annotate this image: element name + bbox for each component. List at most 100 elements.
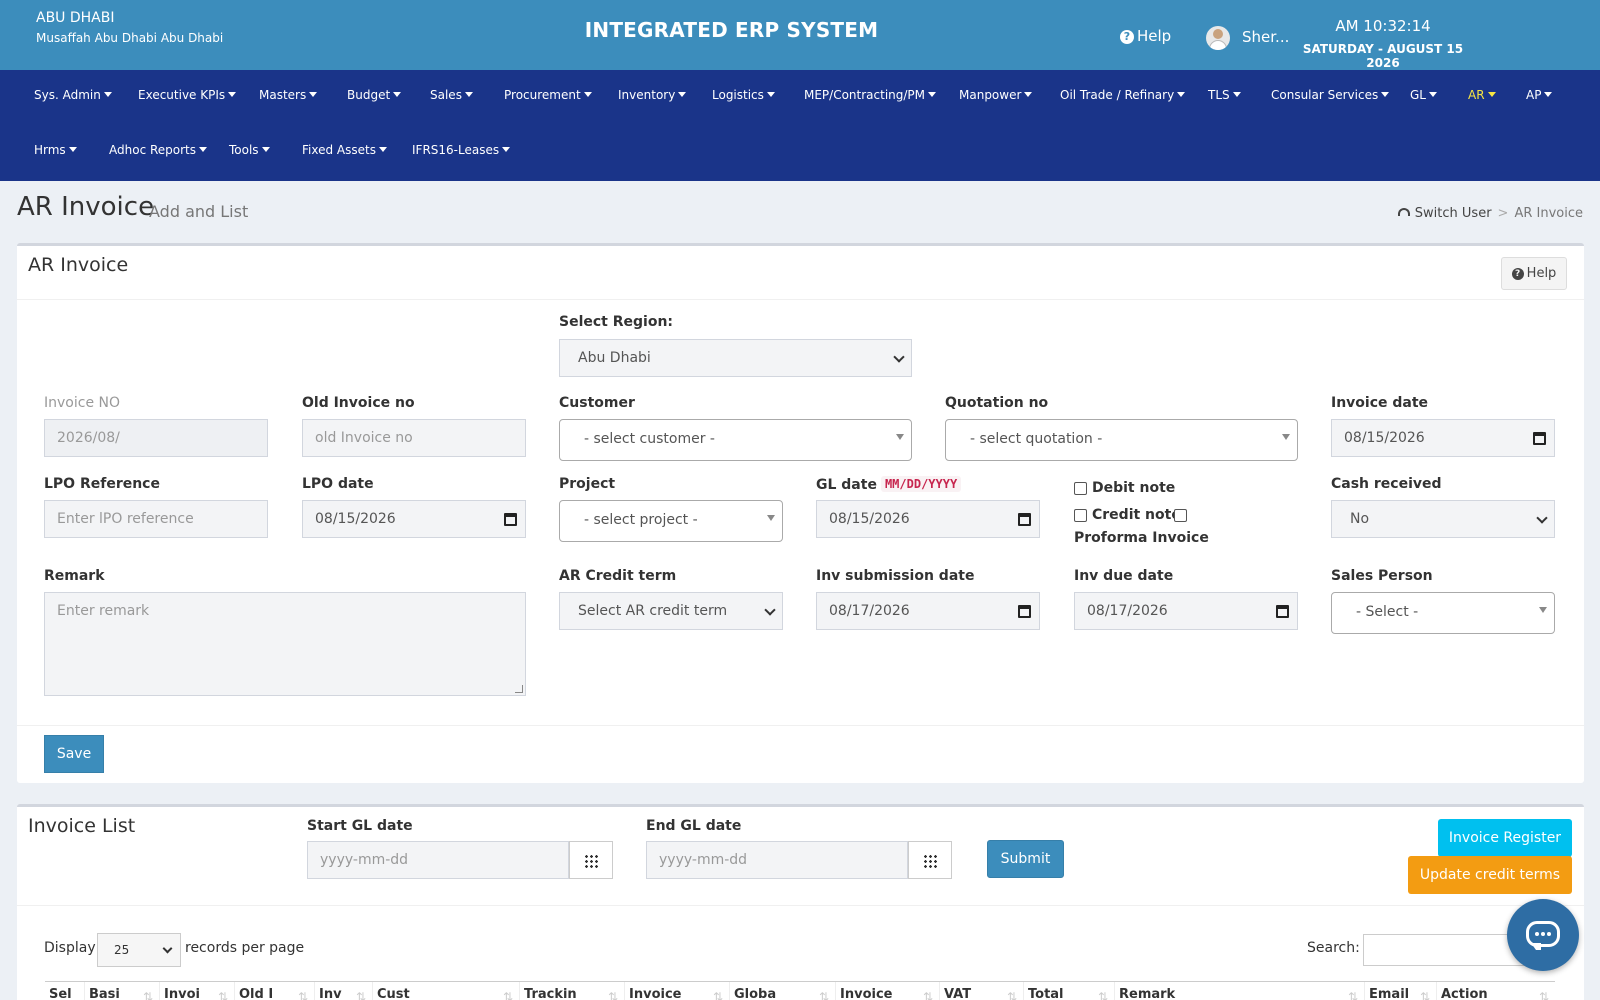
nav-ar[interactable]: AR [1468, 88, 1496, 102]
nav-oil-trade-refinary[interactable]: Oil Trade / Refinary [1060, 88, 1186, 102]
inv-due-date-value: 08/17/2026 [1087, 603, 1168, 619]
caret-down-icon [1232, 92, 1241, 97]
table-column-header[interactable]: Inv ⇅ [315, 982, 373, 1000]
ar-invoice-form-box: AR Invoice ? Help Select Region: Abu Dhab… [17, 243, 1584, 783]
end-gl-date-label: End GL date [646, 818, 742, 834]
caret-down-icon [1282, 434, 1290, 440]
nav-executive-kpis[interactable]: Executive KPIs [138, 88, 237, 102]
lpo-reference-input[interactable]: Enter lPO reference [44, 500, 268, 538]
calendar-icon[interactable] [1276, 605, 1289, 618]
nav-masters[interactable]: Masters [259, 88, 318, 102]
sort-icon: ⇅ [1006, 990, 1017, 1000]
lpo-date-input[interactable]: 08/15/2026 [302, 500, 526, 538]
nav-inventory[interactable]: Inventory [618, 88, 687, 102]
debit-note-checkbox[interactable] [1074, 482, 1087, 495]
ar-credit-term-select[interactable]: Select AR credit term [559, 592, 783, 630]
nav-manpower[interactable]: Manpower [959, 88, 1033, 102]
quotation-select[interactable]: - select quotation - [945, 419, 1298, 461]
nav-label: Masters [259, 88, 307, 102]
old-invoice-no-input[interactable]: old Invoice no [302, 419, 526, 457]
header-help-link[interactable]: ? Help [1120, 27, 1171, 45]
invoice-date-input[interactable]: 08/15/2026 [1331, 419, 1555, 457]
update-credit-terms-button[interactable]: Update credit terms [1408, 856, 1572, 894]
column-label: Trackin [524, 987, 577, 1000]
resize-grip-icon[interactable] [515, 685, 523, 693]
table-column-header[interactable]: Invoi ⇅ [160, 982, 235, 1000]
nav-ap[interactable]: AP [1526, 88, 1553, 102]
table-column-header[interactable]: Basi ⇅ [85, 982, 160, 1000]
old-invoice-no-label: Old Invoice no [302, 395, 415, 411]
nav-logistics[interactable]: Logistics [712, 88, 775, 102]
calendar-icon[interactable] [504, 513, 517, 526]
user-avatar[interactable] [1206, 26, 1230, 50]
nav-label: TLS [1208, 88, 1230, 102]
project-select[interactable]: - select project - [559, 500, 783, 542]
calendar-icon[interactable] [1018, 605, 1031, 618]
table-column-header[interactable]: Invoice ⇅ [836, 982, 940, 1000]
user-name[interactable]: Sher... [1242, 28, 1289, 46]
column-label: Inv [319, 987, 342, 1000]
page-subtitle: Add and List [149, 202, 249, 221]
nav-label: MEP/Contracting/PM [804, 88, 926, 102]
end-date-calendar-button[interactable] [908, 841, 952, 879]
table-column-header[interactable]: Remark ⇅ [1115, 982, 1365, 1000]
invoice-date-label: Invoice date [1331, 395, 1429, 411]
calendar-icon[interactable] [1018, 513, 1031, 526]
column-label: Invoice [629, 987, 682, 1000]
nav-gl[interactable]: GL [1410, 88, 1437, 102]
page-length-select[interactable]: 25 [97, 933, 181, 967]
column-label: Old I [239, 987, 274, 1000]
start-gl-date-input[interactable]: yyyy-mm-dd [307, 841, 569, 879]
table-column-header[interactable]: Email ⇅ [1365, 982, 1437, 1000]
save-button[interactable]: Save [44, 735, 104, 773]
cash-received-select[interactable]: No [1331, 500, 1555, 538]
nav-fixed-assets[interactable]: Fixed Assets [302, 143, 387, 157]
header-help-label: Help [1137, 27, 1172, 45]
nav-budget[interactable]: Budget [347, 88, 402, 102]
region-select[interactable]: Abu Dhabi [559, 339, 912, 377]
nav-adhoc-reports[interactable]: Adhoc Reports [109, 143, 208, 157]
table-column-header[interactable]: Action ⇅ [1437, 982, 1555, 1000]
nav-tls[interactable]: TLS [1208, 88, 1241, 102]
table-column-header[interactable]: Cust ⇅ [373, 982, 520, 1000]
gl-date-input[interactable]: 08/15/2026 [816, 500, 1040, 538]
customer-select[interactable]: - select customer - [559, 419, 912, 461]
chevron-down-icon [162, 943, 173, 954]
calendar-icon[interactable] [1533, 432, 1546, 445]
table-column-header[interactable]: Globa ⇅ [730, 982, 836, 1000]
inv-due-date-input[interactable]: 08/17/2026 [1074, 592, 1298, 630]
table-column-header[interactable]: Old I ⇅ [235, 982, 315, 1000]
inv-submission-date-label: Inv submission date [816, 568, 975, 584]
invoice-register-button[interactable]: Invoice Register [1438, 819, 1572, 857]
nav-ifrs16-leases[interactable]: IFRS16-Leases [412, 143, 511, 157]
cash-received-value: No [1350, 511, 1370, 527]
form-help-button[interactable]: ? Help [1501, 257, 1567, 290]
chat-button[interactable] [1507, 899, 1579, 971]
proforma-invoice-checkbox[interactable] [1174, 509, 1187, 522]
table-column-header[interactable]: VAT ⇅ [940, 982, 1024, 1000]
nav-label: Hrms [34, 143, 66, 157]
current-date: SATURDAY - AUGUST 15 2026 [1302, 42, 1464, 70]
breadcrumb-switch-user[interactable]: Switch User [1415, 206, 1492, 221]
end-gl-date-input[interactable]: yyyy-mm-dd [646, 841, 908, 879]
sales-person-select[interactable]: - Select - [1331, 592, 1555, 634]
table-column-header[interactable]: Sel [45, 982, 85, 1000]
nav-mep-contracting-pm[interactable]: MEP/Contracting/PM [804, 88, 937, 102]
nav-consular-services[interactable]: Consular Services [1271, 88, 1390, 102]
nav-tools[interactable]: Tools [229, 143, 270, 157]
inv-submission-date-input[interactable]: 08/17/2026 [816, 592, 1040, 630]
caret-down-icon [1024, 92, 1033, 97]
nav-procurement[interactable]: Procurement [504, 88, 592, 102]
chevron-down-icon [893, 351, 905, 363]
start-date-calendar-button[interactable] [569, 841, 613, 879]
credit-note-checkbox[interactable] [1074, 509, 1087, 522]
table-column-header[interactable]: Invoice ⇅ [625, 982, 730, 1000]
nav-sales[interactable]: Sales [430, 88, 473, 102]
nav-sys-admin[interactable]: Sys. Admin [34, 88, 112, 102]
nav-hrms[interactable]: Hrms [34, 143, 77, 157]
table-column-header[interactable]: Total ⇅ [1024, 982, 1115, 1000]
submit-button[interactable]: Submit [987, 840, 1064, 878]
gl-date-label-text: GL date [816, 477, 877, 493]
remark-textarea[interactable]: Enter remark [44, 592, 526, 696]
table-column-header[interactable]: Trackin ⇅ [520, 982, 625, 1000]
